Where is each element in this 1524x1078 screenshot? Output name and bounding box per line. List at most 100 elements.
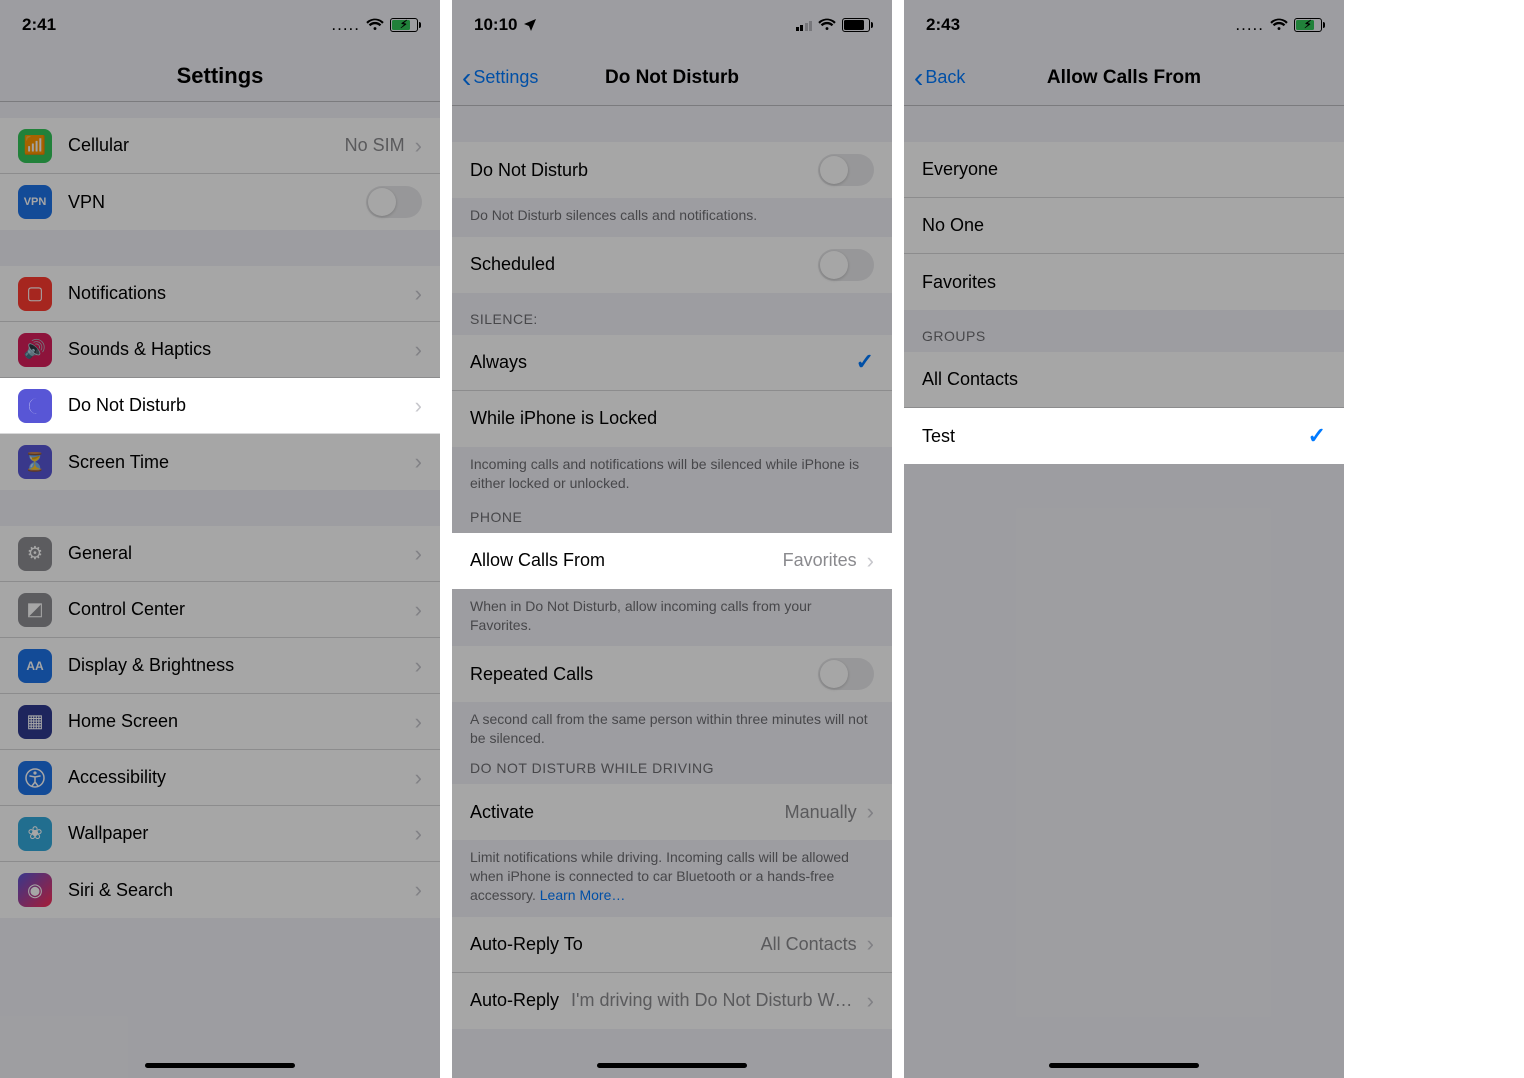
row-label: Display & Brightness — [68, 655, 409, 676]
section-header-phone: PHONE — [452, 505, 892, 533]
row-detail: No SIM — [345, 135, 405, 156]
cellular-signal-icon — [796, 19, 813, 31]
chevron-right-icon: › — [867, 931, 874, 957]
section-header-groups: GROUPS — [904, 310, 1344, 352]
vpn-icon: VPN — [18, 185, 52, 219]
row-always[interactable]: Always ✓ — [452, 335, 892, 391]
row-detail: I'm driving with Do Not Disturb While Dr… — [571, 990, 857, 1011]
section-header-silence: SILENCE: — [452, 293, 892, 335]
notifications-icon: ▢ — [18, 277, 52, 311]
row-accessibility[interactable]: Accessibility › — [0, 750, 440, 806]
row-control-center[interactable]: ◩ Control Center › — [0, 582, 440, 638]
chevron-right-icon: › — [415, 709, 422, 735]
row-label: Everyone — [922, 159, 1326, 180]
hourglass-icon: ⏳ — [18, 445, 52, 479]
row-repeated-calls[interactable]: Repeated Calls — [452, 646, 892, 702]
row-dnd-toggle[interactable]: Do Not Disturb — [452, 142, 892, 198]
row-label: Allow Calls From — [470, 550, 783, 571]
back-button[interactable]: ‹ Back — [914, 64, 965, 92]
row-allow-calls-from[interactable]: Allow Calls From Favorites › — [452, 533, 892, 589]
row-detail: Manually — [785, 802, 857, 823]
gear-icon: ⚙︎ — [18, 537, 52, 571]
learn-more-link[interactable]: Learn More… — [540, 887, 626, 903]
nav-bar: ‹ Settings Do Not Disturb — [452, 50, 892, 106]
row-label: Wallpaper — [68, 823, 409, 844]
row-vpn[interactable]: VPN VPN — [0, 174, 440, 230]
cellular-icon: 📶 — [18, 129, 52, 163]
section-header-driving: DO NOT DISTURB WHILE DRIVING — [452, 760, 892, 784]
moon-icon — [18, 389, 52, 423]
row-label: Screen Time — [68, 452, 409, 473]
row-sounds[interactable]: 🔊 Sounds & Haptics › — [0, 322, 440, 378]
row-activate[interactable]: Activate Manually › — [452, 784, 892, 840]
display-icon: AA — [18, 649, 52, 683]
chevron-left-icon: ‹ — [914, 64, 923, 92]
row-label: Always — [470, 352, 856, 373]
row-auto-reply[interactable]: Auto-Reply I'm driving with Do Not Distu… — [452, 973, 892, 1029]
row-do-not-disturb[interactable]: Do Not Disturb › — [0, 378, 440, 434]
row-label: Auto-Reply To — [470, 934, 761, 955]
row-while-locked[interactable]: While iPhone is Locked — [452, 391, 892, 447]
status-bar: 2:41 ..... ⚡︎ — [0, 0, 440, 50]
row-general[interactable]: ⚙︎ General › — [0, 526, 440, 582]
section-footer: When in Do Not Disturb, allow incoming c… — [452, 589, 892, 647]
row-label: No One — [922, 215, 1326, 236]
row-auto-reply-to[interactable]: Auto-Reply To All Contacts › — [452, 917, 892, 973]
repeated-toggle[interactable] — [818, 658, 874, 690]
home-indicator[interactable] — [145, 1063, 295, 1068]
wifi-icon — [366, 18, 384, 32]
row-cellular[interactable]: 📶 Cellular No SIM › — [0, 118, 440, 174]
dnd-toggle[interactable] — [818, 154, 874, 186]
footer-text: Limit notifications while driving. Incom… — [470, 849, 849, 903]
row-favorites[interactable]: Favorites — [904, 254, 1344, 310]
row-test-group[interactable]: Test ✓ — [904, 408, 1344, 464]
row-label: Home Screen — [68, 711, 409, 732]
home-indicator[interactable] — [597, 1063, 747, 1068]
section-footer: Limit notifications while driving. Incom… — [452, 840, 892, 917]
row-label: Activate — [470, 802, 785, 823]
chevron-right-icon: › — [415, 393, 422, 419]
location-icon — [523, 18, 537, 32]
status-bar: 2:43 ..... ⚡︎ — [904, 0, 1344, 50]
chevron-right-icon: › — [415, 133, 422, 159]
row-home-screen[interactable]: ▦ Home Screen › — [0, 694, 440, 750]
row-all-contacts[interactable]: All Contacts — [904, 352, 1344, 408]
wifi-icon — [818, 18, 836, 32]
row-label: VPN — [68, 192, 366, 213]
vpn-toggle[interactable] — [366, 186, 422, 218]
nav-bar: Settings — [0, 50, 440, 102]
section-footer: A second call from the same person withi… — [452, 702, 892, 760]
status-bar: 10:10 — [452, 0, 892, 50]
row-label: Siri & Search — [68, 880, 409, 901]
row-screen-time[interactable]: ⏳ Screen Time › — [0, 434, 440, 490]
settings-screen: 2:41 ..... ⚡︎ Settings 📶 Cellular No SIM… — [0, 0, 440, 1078]
checkmark-icon: ✓ — [856, 349, 874, 375]
status-time: 2:41 — [22, 15, 56, 35]
home-indicator[interactable] — [1049, 1063, 1199, 1068]
chevron-right-icon: › — [415, 877, 422, 903]
back-button[interactable]: ‹ Settings — [462, 64, 538, 92]
status-time: 2:43 — [926, 15, 960, 35]
row-label: Test — [922, 426, 1308, 447]
row-siri[interactable]: ◉ Siri & Search › — [0, 862, 440, 918]
scheduled-toggle[interactable] — [818, 249, 874, 281]
row-scheduled[interactable]: Scheduled — [452, 237, 892, 293]
checkmark-icon: ✓ — [1308, 423, 1326, 449]
chevron-left-icon: ‹ — [462, 64, 471, 92]
row-notifications[interactable]: ▢ Notifications › — [0, 266, 440, 322]
chevron-right-icon: › — [415, 449, 422, 475]
chevron-right-icon: › — [415, 597, 422, 623]
chevron-right-icon: › — [867, 988, 874, 1014]
status-cellular-dots: ..... — [1235, 15, 1264, 35]
sounds-icon: 🔊 — [18, 333, 52, 367]
battery-icon: ⚡︎ — [1294, 18, 1322, 32]
row-label: Notifications — [68, 283, 409, 304]
back-label: Back — [925, 67, 965, 88]
row-label: Auto-Reply — [470, 990, 559, 1011]
row-everyone[interactable]: Everyone — [904, 142, 1344, 198]
status-cellular-dots: ..... — [331, 15, 360, 35]
row-no-one[interactable]: No One — [904, 198, 1344, 254]
chevron-right-icon: › — [415, 765, 422, 791]
row-wallpaper[interactable]: ❀ Wallpaper › — [0, 806, 440, 862]
row-display[interactable]: AA Display & Brightness › — [0, 638, 440, 694]
